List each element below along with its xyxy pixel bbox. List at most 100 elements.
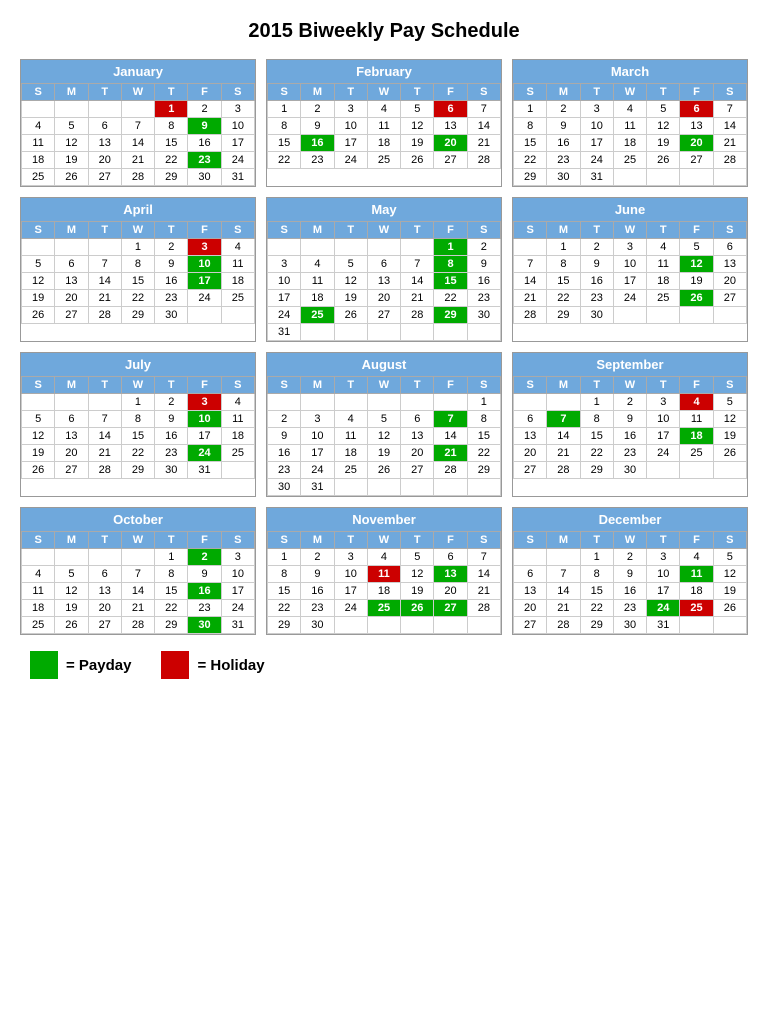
calendar-day: 12: [22, 273, 55, 290]
calendar-day: 14: [713, 118, 746, 135]
calendar-day: 25: [367, 600, 400, 617]
table-row: 12345: [514, 394, 747, 411]
calendar-day: 28: [467, 152, 500, 169]
calendar-day: 23: [155, 445, 188, 462]
calendar-day: 12: [55, 583, 88, 600]
calendar-day: 23: [613, 445, 646, 462]
calendar-day: [367, 324, 400, 341]
calendar-day: [401, 394, 434, 411]
day-header: F: [680, 84, 713, 101]
day-header: S: [268, 377, 301, 394]
holiday-legend: = Holiday: [161, 651, 264, 679]
calendar-day: 14: [467, 118, 500, 135]
calendar-day: 27: [434, 152, 467, 169]
calendar-day: 7: [713, 101, 746, 118]
calendar-day: 4: [647, 239, 680, 256]
calendar-day: 4: [367, 549, 400, 566]
calendar-day: 27: [514, 462, 547, 479]
calendar-day: 17: [613, 273, 646, 290]
calendar-day: 3: [301, 411, 334, 428]
day-header: M: [55, 532, 88, 549]
calendar-day: 31: [580, 169, 613, 186]
table-row: 891011121314: [514, 118, 747, 135]
calendar-day: 14: [547, 428, 580, 445]
calendar-day: 29: [467, 462, 500, 479]
calendar-june: JuneSMTWTFS12345678910111213141516171819…: [512, 197, 748, 342]
day-header: S: [268, 222, 301, 239]
calendar-day: 31: [188, 462, 221, 479]
calendar-september: SeptemberSMTWTFS123456789101112131415161…: [512, 352, 748, 497]
calendar-day: 28: [88, 462, 121, 479]
calendar-table-october: SMTWTFS123456789101112131415161718192021…: [21, 531, 255, 634]
calendar-day: 19: [55, 600, 88, 617]
calendar-day: 7: [547, 411, 580, 428]
calendar-day: 19: [713, 428, 746, 445]
calendar-day: 18: [613, 135, 646, 152]
calendar-day: 8: [580, 411, 613, 428]
calendar-day: 27: [713, 290, 746, 307]
calendar-day: [434, 479, 467, 496]
calendar-day: 10: [613, 256, 646, 273]
day-header: T: [334, 377, 367, 394]
calendar-day: 13: [680, 118, 713, 135]
calendar-day: 23: [188, 152, 221, 169]
calendar-day: 9: [268, 428, 301, 445]
table-row: 27282930: [514, 462, 747, 479]
calendar-day: 21: [467, 135, 500, 152]
calendar-day: 17: [301, 445, 334, 462]
calendar-day: 18: [647, 273, 680, 290]
calendar-day: [647, 169, 680, 186]
day-header: M: [301, 222, 334, 239]
day-header: S: [713, 222, 746, 239]
day-header: S: [514, 84, 547, 101]
calendar-day: 19: [22, 445, 55, 462]
calendar-table-november: SMTWTFS123456789101112131415161718192021…: [267, 531, 501, 634]
calendar-day: 25: [680, 600, 713, 617]
calendar-day: 29: [155, 617, 188, 634]
calendar-day: 22: [434, 290, 467, 307]
calendar-day: 25: [334, 462, 367, 479]
calendar-day: [680, 307, 713, 324]
calendar-november: NovemberSMTWTFS1234567891011121314151617…: [266, 507, 502, 635]
calendar-day: 20: [514, 600, 547, 617]
calendar-day: 9: [188, 118, 221, 135]
day-header: W: [613, 377, 646, 394]
calendar-day: 14: [121, 135, 154, 152]
calendar-day: 3: [221, 549, 254, 566]
day-header: S: [22, 84, 55, 101]
calendar-day: [514, 549, 547, 566]
calendar-day: 31: [301, 479, 334, 496]
calendar-day: [713, 617, 746, 634]
table-row: 24252627282930: [268, 307, 501, 324]
calendar-day: [467, 324, 500, 341]
payday-legend: = Payday: [30, 651, 131, 679]
calendar-day: 12: [367, 428, 400, 445]
calendar-day: [434, 617, 467, 634]
calendar-day: 21: [467, 583, 500, 600]
calendar-day: 30: [268, 479, 301, 496]
calendar-day: [22, 239, 55, 256]
calendar-day: 8: [514, 118, 547, 135]
calendar-day: 1: [547, 239, 580, 256]
calendar-day: 7: [88, 256, 121, 273]
day-header: F: [434, 377, 467, 394]
day-header: F: [434, 532, 467, 549]
calendar-day: 4: [301, 256, 334, 273]
calendar-day: 20: [434, 135, 467, 152]
calendar-day: 11: [647, 256, 680, 273]
table-row: 22232425262728: [514, 152, 747, 169]
calendar-day: 4: [680, 394, 713, 411]
calendar-day: 17: [188, 428, 221, 445]
calendar-day: 19: [647, 135, 680, 152]
day-header: T: [88, 84, 121, 101]
day-header: T: [401, 532, 434, 549]
calendar-day: 28: [434, 462, 467, 479]
calendar-day: 29: [514, 169, 547, 186]
calendar-day: 6: [88, 566, 121, 583]
calendar-day: 25: [22, 169, 55, 186]
calendar-title-may: May: [267, 198, 501, 221]
calendar-august: AugustSMTWTFS123456789101112131415161718…: [266, 352, 502, 497]
day-header: F: [680, 377, 713, 394]
calendar-day: 21: [713, 135, 746, 152]
calendar-day: 19: [680, 273, 713, 290]
